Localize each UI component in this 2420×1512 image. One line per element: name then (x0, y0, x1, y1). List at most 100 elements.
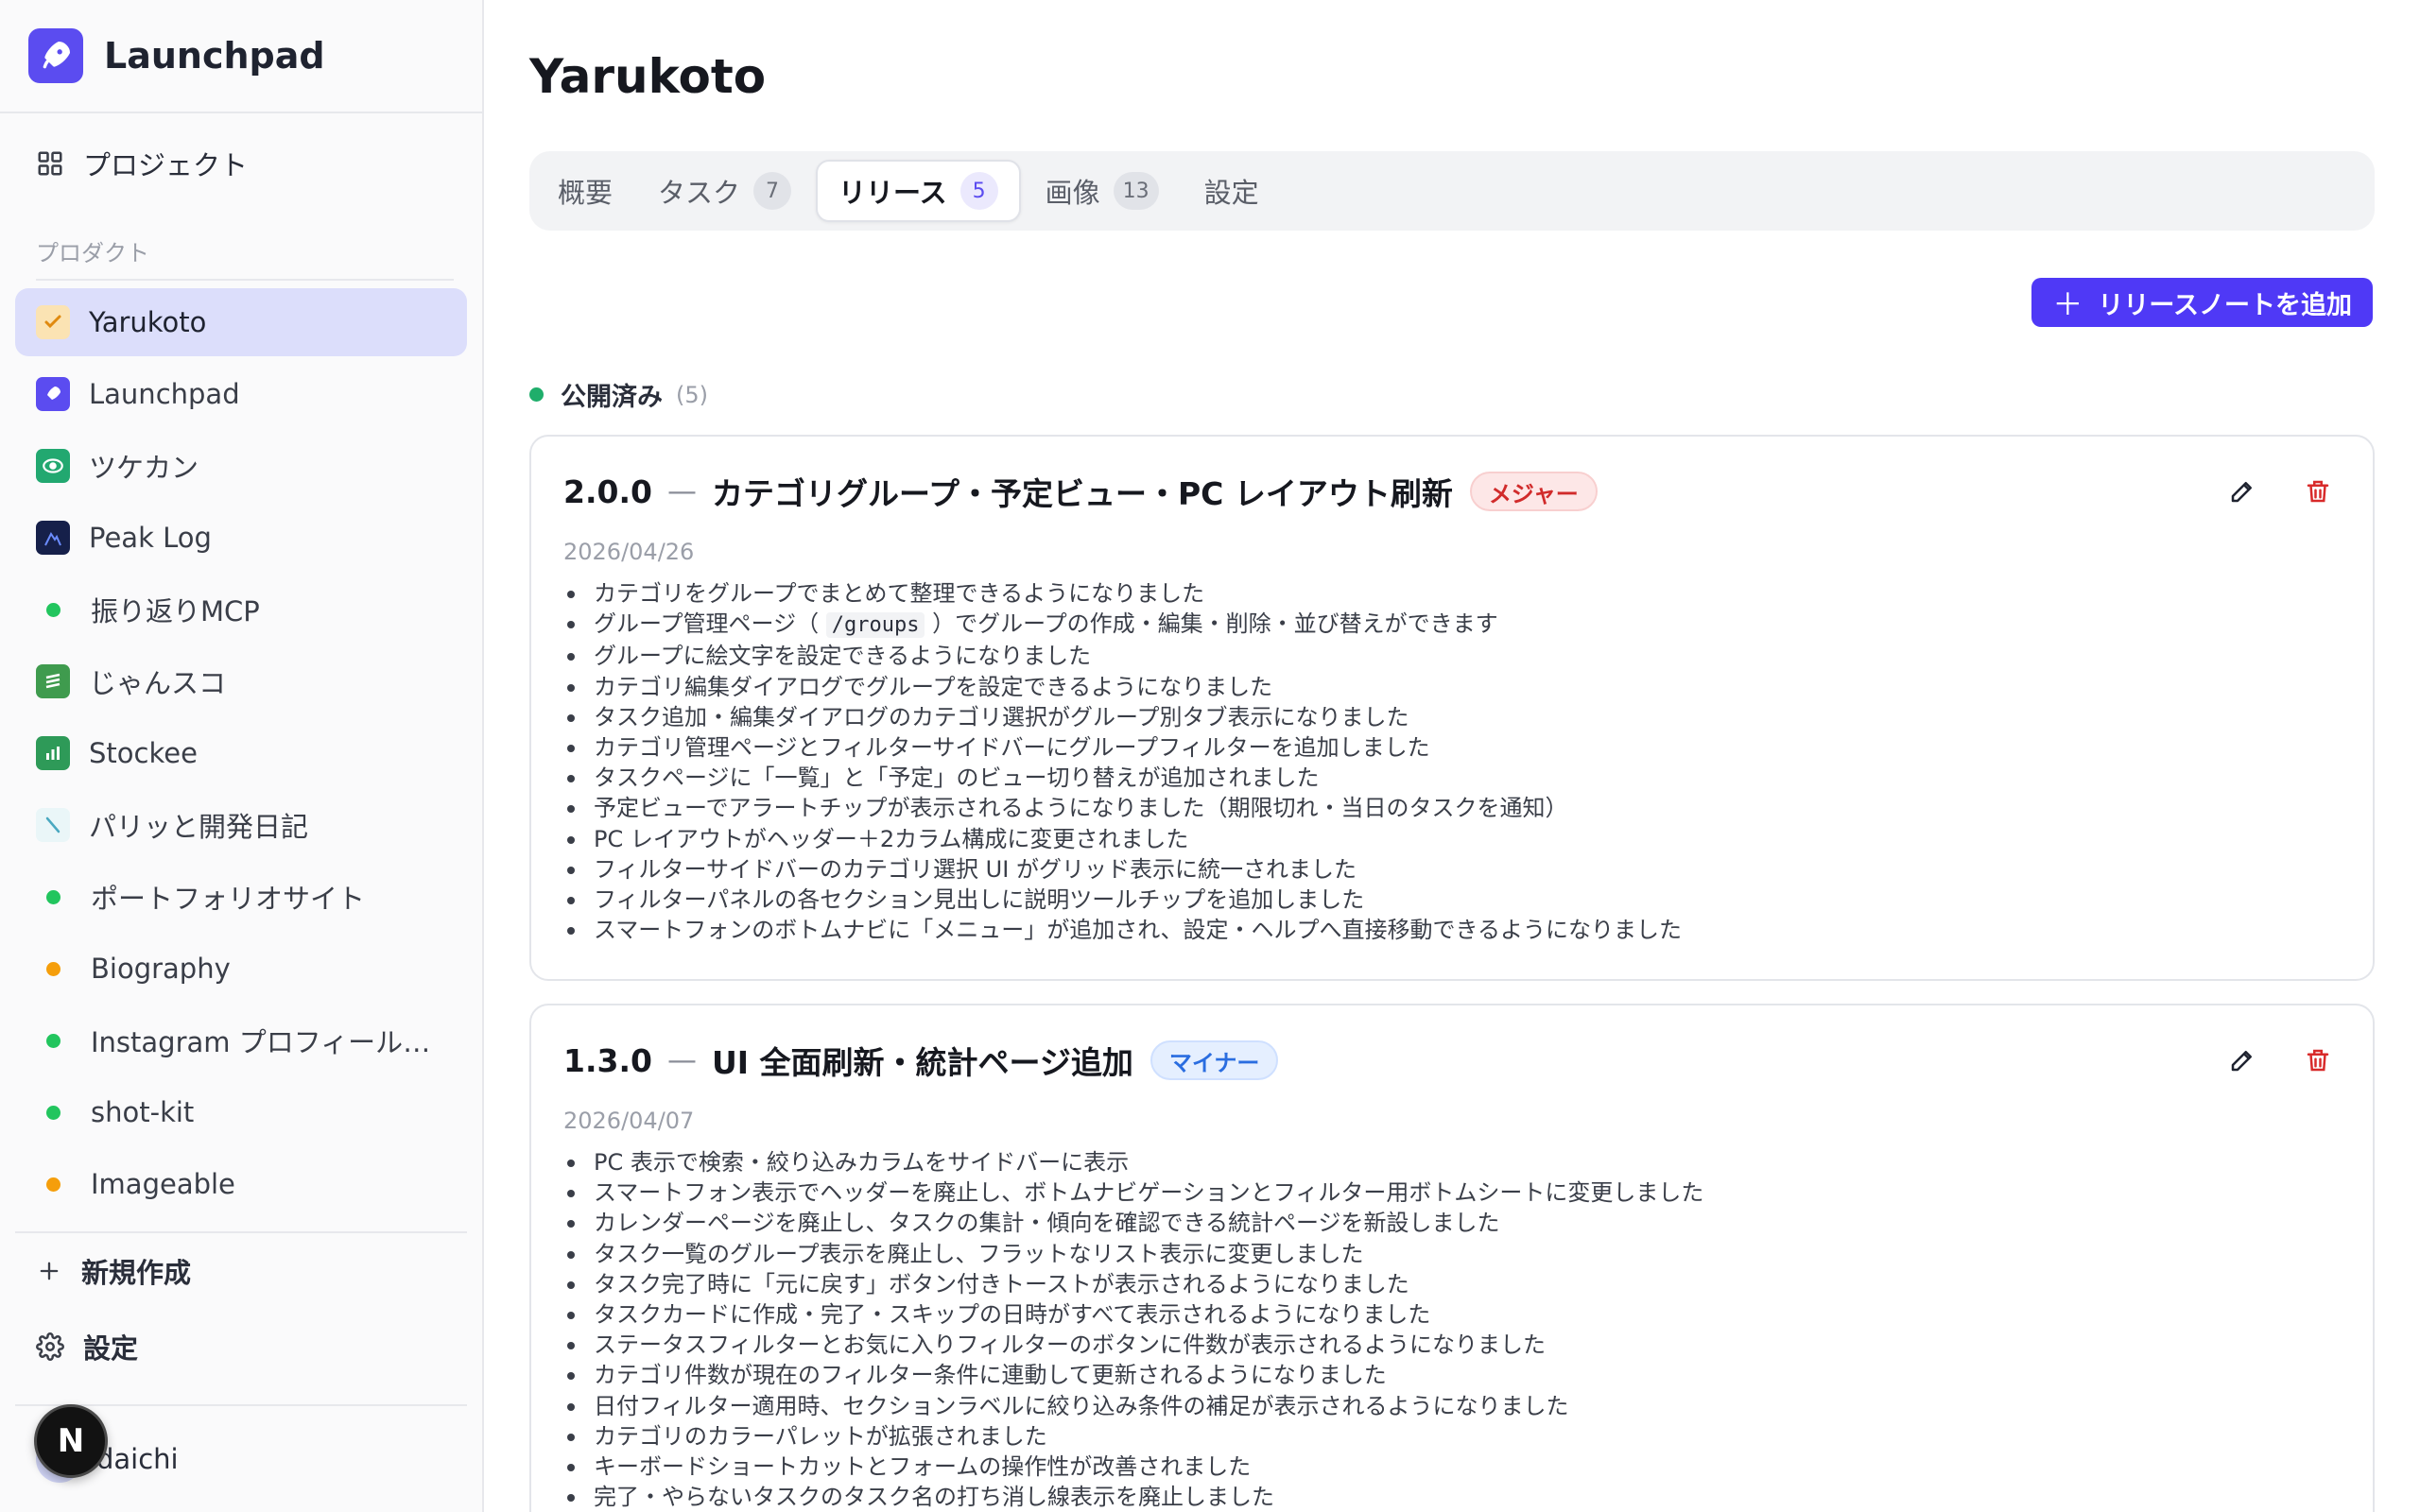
tab-label: タスク (658, 177, 741, 209)
sidebar-item-parit-diary[interactable]: パリッと開発日記 (15, 791, 467, 859)
sidebar-item-label: 振り返りMCP (91, 595, 260, 627)
release-notes: カテゴリをグループでまとめて整理できるようになりました グループ管理ページ（ /… (563, 578, 2341, 945)
tab-count-badge: 7 (753, 172, 792, 210)
delete-button[interactable] (2295, 469, 2341, 514)
peaklog-app-icon (36, 521, 70, 555)
dev-tools-badge[interactable]: N (34, 1404, 108, 1478)
tab-tasks[interactable]: タスク 7 (637, 160, 812, 222)
list-item: スマートフォン表示でヘッダーを廃止し、ボトムナビゲーションとフィルター用ボトムシ… (563, 1177, 2341, 1208)
plus-icon: ＋ (2052, 286, 2083, 322)
grid-icon (36, 149, 64, 178)
tab-bar: 概要 タスク 7 リリース 5 画像 13 設定 (529, 151, 2375, 231)
status-dot (529, 387, 544, 402)
janscore-app-icon (36, 664, 70, 698)
add-release-note-button[interactable]: ＋ リリースノートを追加 (2031, 278, 2373, 327)
edit-button[interactable] (2220, 469, 2265, 514)
launchpad-app-icon (36, 377, 70, 411)
tab-releases[interactable]: リリース 5 (816, 160, 1021, 222)
sidebar-item-label: Stockee (89, 737, 198, 769)
status-dot (46, 1105, 60, 1120)
project-list: Yarukoto Launchpad ツケカン Peak Log 振り返りMCP (0, 281, 482, 1218)
status-dot (46, 889, 60, 904)
sidebar-item-shot-kit[interactable]: shot-kit (15, 1078, 467, 1146)
gear-icon (36, 1332, 64, 1361)
list-item: PC 表示で検索・絞り込みカラムをサイドバーに表示 (563, 1147, 2341, 1177)
sidebar: Launchpad プロジェクト プロダクト Yarukoto Launchpa… (0, 0, 484, 1512)
release-version: 2.0.0 (563, 472, 652, 510)
list-item: ステータスフィルターとお気に入りフィルターのボタンに件数が表示されるようになりま… (563, 1330, 2341, 1360)
sidebar-item-label: Imageable (91, 1168, 235, 1200)
list-item: フィルターサイドバーのカテゴリ選択 UI がグリッド表示に統一されました (563, 854, 2341, 885)
edit-button[interactable] (2220, 1038, 2265, 1083)
rocket-logo-icon (28, 28, 83, 83)
delete-button[interactable] (2295, 1038, 2341, 1083)
sidebar-item-tsukekan[interactable]: ツケカン (15, 432, 467, 500)
sidebar-item-label: パリッと開発日記 (89, 811, 309, 843)
tab-label: 画像 (1045, 177, 1100, 209)
list-item: グループ管理ページ（ /groups ）でグループの作成・編集・削除・並び替えが… (563, 609, 2341, 641)
status-count: (5) (676, 381, 708, 408)
tab-label: 概要 (558, 177, 614, 209)
parit-app-icon (36, 808, 70, 842)
list-item: カレンダーページを廃止し、タスクの集計・傾向を確認できる統計ページを新設しました (563, 1208, 2341, 1238)
list-item: フィルターパネルの各セクション見出しに説明ツールチップを追加しました (563, 885, 2341, 915)
list-item: タスクページに「一覧」と「予定」のビュー切り替えが追加されました (563, 763, 2341, 793)
add-release-note-label: リリースノートを追加 (2098, 290, 2352, 320)
release-type-badge: マイナー (1150, 1040, 1279, 1080)
sidebar-item-label: shot-kit (91, 1096, 195, 1128)
user-name: daichi (96, 1443, 179, 1475)
plus-icon (36, 1258, 62, 1284)
new-project-button[interactable]: 新規作成 (0, 1233, 482, 1309)
release-actions (2189, 1038, 2341, 1083)
sidebar-item-furikaeri-mcp[interactable]: 振り返りMCP (15, 576, 467, 644)
list-item: タスク一覧のグループ表示を廃止し、フラットなリスト表示に変更しました (563, 1239, 2341, 1269)
tab-overview[interactable]: 概要 (537, 160, 633, 222)
status-dot (46, 1033, 60, 1048)
tab-label: 設定 (1203, 177, 1259, 209)
list-item: カテゴリ件数が現在のフィルター条件に連動して更新されるようになりました (563, 1360, 2341, 1390)
sidebar-item-label: Peak Log (89, 522, 212, 554)
sidebar-item-label: Biography (91, 953, 231, 985)
release-card: 1.3.0 — UI 全面刷新・統計ページ追加 マイナー 2026/04/07 … (529, 1004, 2375, 1512)
status-dot (46, 1177, 60, 1192)
settings-button[interactable]: 設定 (0, 1309, 482, 1384)
sidebar-item-peaklog[interactable]: Peak Log (15, 504, 467, 572)
page-title: Yarukoto (529, 49, 767, 104)
list-item: カテゴリ編集ダイアログでグループを設定できるようになりました (563, 672, 2341, 702)
list-item: タスクカードに作成・完了・スキップの日時がすべて表示されるようになりました (563, 1299, 2341, 1330)
sidebar-item-stockee[interactable]: Stockee (15, 719, 467, 787)
sidebar-item-imageable[interactable]: Imageable (15, 1150, 467, 1218)
list-item: 予定ビューでアラートチップが表示されるようになりました（期限切れ・当日のタスクを… (563, 793, 2341, 823)
brand-header[interactable]: Launchpad (0, 0, 482, 113)
status-dot (46, 961, 60, 976)
list-item: 日付フィルター適用時、セクションラベルに絞り込み条件の補足が表示されるようになり… (563, 1391, 2341, 1421)
status-dot (46, 602, 60, 617)
sidebar-item-label: Yarukoto (89, 306, 207, 338)
sidebar-item-label: ポートフォリオサイト (91, 883, 366, 915)
sidebar-item-instagram-generator[interactable]: Instagram プロフィール画像ジェネレーター (15, 1006, 467, 1074)
tab-settings[interactable]: 設定 (1184, 160, 1280, 222)
tab-images[interactable]: 画像 13 (1025, 160, 1180, 222)
release-title: UI 全面刷新・統計ページ追加 (711, 1044, 1133, 1081)
main-content: Yarukoto 概要 タスク 7 リリース 5 画像 13 設定 ＋ リリース… (529, 0, 2375, 1512)
nav-projects-label: プロジェクト (83, 149, 249, 181)
sidebar-item-janscore[interactable]: じゃんスコ (15, 647, 467, 715)
release-version: 1.3.0 (563, 1041, 652, 1079)
list-item: カテゴリのカラーパレットが拡張されました (563, 1421, 2341, 1452)
sidebar-item-label: Launchpad (89, 378, 240, 410)
section-label-products: プロダクト (36, 234, 454, 281)
tab-count-badge: 5 (959, 172, 998, 210)
tab-label: リリース (838, 177, 947, 209)
sidebar-item-yarukoto[interactable]: Yarukoto (15, 288, 467, 356)
list-item: タスク追加・編集ダイアログのカテゴリ選択がグループ別タブ表示になりました (563, 702, 2341, 732)
sidebar-item-label: じゃんスコ (89, 667, 227, 699)
list-item: 完了・やらないタスクのタスク名の打ち消し線表示を廃止しました (563, 1482, 2341, 1512)
sidebar-item-launchpad[interactable]: Launchpad (15, 360, 467, 428)
sidebar-item-biography[interactable]: Biography (15, 935, 467, 1003)
list-item: タスク完了時に「元に戻す」ボタン付きトーストが表示されるようになりました (563, 1269, 2341, 1299)
sidebar-item-portfolio[interactable]: ポートフォリオサイト (15, 863, 467, 931)
nav-projects[interactable]: プロジェクト (0, 113, 482, 214)
release-title: カテゴリグループ・予定ビュー・PC レイアウト刷新 (711, 475, 1453, 512)
app-title: Launchpad (104, 35, 325, 77)
sidebar-item-label: Instagram プロフィール画像ジェネレーター (91, 1026, 450, 1058)
